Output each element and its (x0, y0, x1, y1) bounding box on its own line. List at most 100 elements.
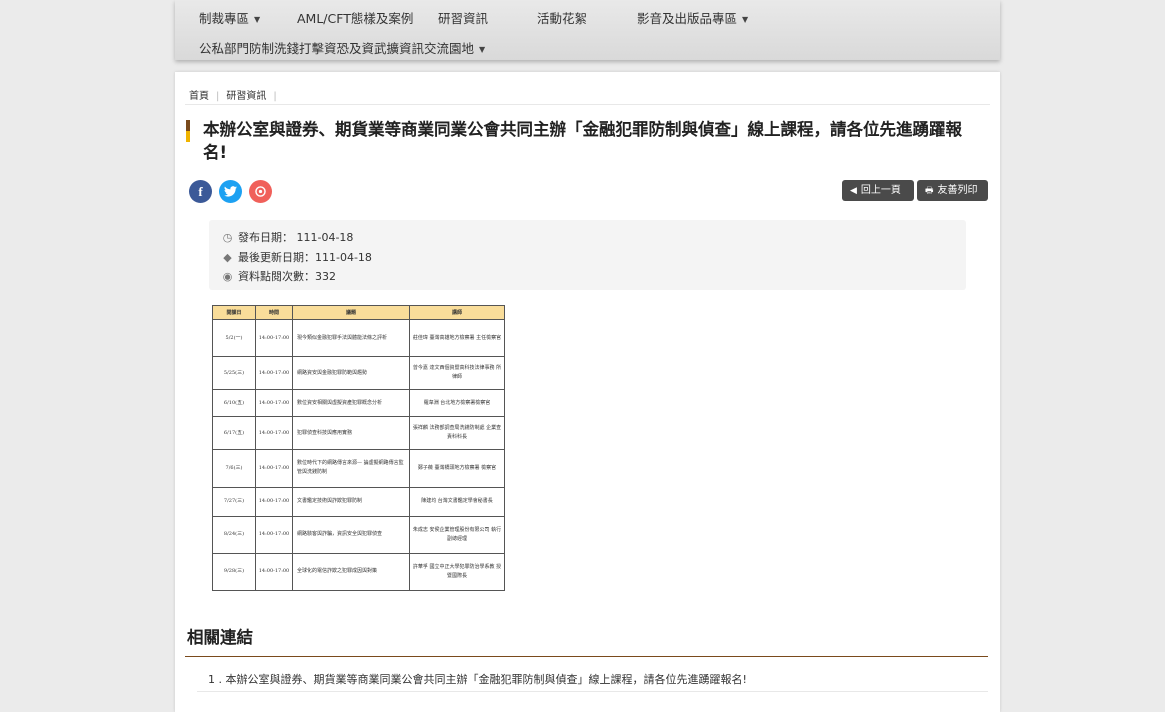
table-cell-time: 14:00-17:00 (255, 515, 293, 554)
table-cell-time: 14:00-17:00 (255, 449, 293, 488)
table-cell-date: 8/24(三) (212, 515, 256, 554)
table-row: 8/24(三) 14:00-17:00 網路駭客與詐騙，資訊安全與犯罪偵查 朱成志 安… (212, 515, 505, 554)
table-row: 7/27(三) 14:00-17:00 文書鑑定技術與詐欺犯罪防制 陳建均 台灣文書鑑… (212, 486, 505, 517)
back-button-label: 回上一頁 (860, 185, 901, 196)
table-row: 5/2(一) 14:00-17:00 現今類似金融犯罪手法與體能法條之評析 莊佳瑋 臺… (212, 318, 505, 358)
facebook-glyph: f (198, 184, 203, 199)
breadcrumb-separator: | (273, 91, 277, 102)
column-header: 時間 (255, 305, 293, 320)
updated-date: ◆ 最後更新日期：111-04-18 (221, 249, 372, 265)
course-schedule-image: 開課日 時間 議題 講師 5/2(一) 14:00-17:00 現今類似金融犯罪手法… (212, 305, 505, 592)
table-cell-date: 6/10(五) (212, 389, 256, 418)
meta-label: 資料點閱次數： (238, 270, 315, 283)
table-cell-lecturer: 朱成志 安侯企業管理股份有限公司 執行副總經理 (409, 515, 505, 554)
twitter-share-icon[interactable] (219, 180, 242, 203)
nav-item-label: 公私部門防制洗錢打擊資恐及資武擴資訊交流園地 (199, 41, 475, 56)
title-accent-bar (186, 120, 190, 142)
nav-item-label: 制裁專區 (199, 11, 250, 26)
print-button[interactable]: 🖶 友善列印 (917, 180, 988, 201)
top-nav: 制裁專區 ▼ AML/CFT態樣及案例 研習資訊 活動花絮 影音及出版品專區 ▼ 公… (175, 0, 1000, 60)
nav-item-label: 研習資訊 (438, 11, 489, 26)
column-header: 講師 (409, 305, 505, 320)
table-cell-lecturer: 張祥麟 法務部調查局洗錢防制處 企業查責科科長 (409, 416, 505, 451)
table-cell-topic: 網路資安與金融犯罪防範與趨勢 (292, 356, 410, 391)
nav-item-sanctions[interactable]: 制裁專區 ▼ (199, 8, 260, 27)
published-date: ◷ 發布日期： 111-04-18 (221, 229, 354, 245)
list-number: 1 . (208, 673, 222, 686)
meta-value: 111-04-18 (315, 251, 372, 264)
table-cell-topic: 犯罪偵查科技與應用實務 (292, 416, 410, 451)
table-row: 6/10(五) 14:00-17:00 數位資安相關與虛擬資產犯罪概念分析 羅韋淵 台… (212, 389, 505, 418)
table-row: 5/25(三) 14:00-17:00 網路資安與金融犯罪防範與趨勢 曾今嘉 達文西個… (212, 356, 505, 391)
chevron-down-icon: ▼ (742, 15, 749, 24)
eye-icon: ◉ (222, 270, 233, 283)
nav-item-events[interactable]: 活動花絮 (537, 8, 587, 27)
meta-label: 最後更新日期： (238, 251, 315, 264)
breadcrumb-current[interactable]: 研習資訊 (226, 91, 266, 102)
table-cell-topic: 數位資安相關與虛擬資產犯罪概念分析 (292, 389, 410, 418)
table-cell-time: 14:00-17:00 (255, 389, 293, 418)
table-cell-lecturer: 曾今嘉 達文西個資暨高科技法律事務 所律師 (409, 356, 505, 391)
table-row: 9/28(三) 14:00-17:00 全球化的電信詐欺之犯罪成因與對策 許華孚 國立… (212, 552, 505, 592)
nav-item-exchange[interactable]: 公私部門防制洗錢打擊資恐及資武擴資訊交流園地 ▼ (199, 38, 485, 57)
table-cell-topic: 網路駭客與詐騙，資訊安全與犯罪偵查 (292, 515, 410, 554)
table-cell-date: 7/6(三) (212, 449, 256, 488)
table-cell-date: 6/17(五) (212, 416, 256, 451)
caret-left-icon: ◀ (850, 186, 857, 196)
related-link-item[interactable]: 1 . 本辦公室與證券、期貨業等商業同業公會共同主辦「金融犯罪防制與偵查」線上課… (208, 671, 747, 687)
divider (197, 691, 988, 692)
breadcrumb: 首頁 | 研習資訊 | (189, 87, 284, 102)
related-links-heading: 相關連結 (187, 628, 253, 647)
table-cell-topic: 全球化的電信詐欺之犯罪成因與對策 (292, 552, 410, 592)
table-row: 6/17(五) 14:00-17:00 犯罪偵查科技與應用實務 張祥麟 法務部調查局洗… (212, 416, 505, 451)
table-cell-topic: 數位時代下的網路傳言來源— 論虛擬網路傳言監管與洗錢防制 (292, 449, 410, 488)
divider (185, 104, 990, 105)
nav-item-media[interactable]: 影音及出版品專區 ▼ (637, 8, 748, 27)
nav-item-label: AML/CFT態樣及案例 (297, 11, 414, 26)
nav-item-aml-cases[interactable]: AML/CFT態樣及案例 (297, 8, 413, 27)
column-header: 開課日 (212, 305, 256, 320)
table-cell-time: 14:00-17:00 (255, 318, 293, 358)
view-count: ◉ 資料點閱次數：332 (221, 268, 336, 284)
article-meta: ◷ 發布日期： 111-04-18 ◆ 最後更新日期：111-04-18 ◉ 資料點閱… (209, 220, 966, 290)
breadcrumb-home[interactable]: 首頁 (189, 91, 209, 102)
divider (185, 656, 988, 657)
schedule-header-row: 開課日 時間 議題 講師 (212, 305, 505, 320)
clock-icon: ◷ (222, 231, 233, 244)
table-cell-time: 14:00-17:00 (255, 356, 293, 391)
nav-item-training[interactable]: 研習資訊 (438, 8, 488, 27)
chevron-down-icon: ▼ (254, 15, 261, 24)
table-cell-lecturer: 許華孚 國立中正大學犯罪防治學系教 授暨國際長 (409, 552, 505, 592)
back-button[interactable]: ◀ 回上一頁 (842, 180, 914, 201)
facebook-share-icon[interactable]: f (189, 180, 212, 203)
related-link-label: 本辦公室與證券、期貨業等商業同業公會共同主辦「金融犯罪防制與偵查」線上課程，請各… (225, 673, 747, 686)
table-cell-lecturer: 陳建均 台灣文書鑑定學會秘書長 (409, 486, 505, 517)
meta-label: 發布日期： (238, 231, 293, 244)
tag-icon: ◆ (223, 251, 232, 264)
table-cell-topic: 現今類似金融犯罪手法與體能法條之評析 (292, 318, 410, 358)
nav-item-label: 影音及出版品專區 (637, 11, 738, 26)
meta-value: 111-04-18 (296, 231, 354, 244)
table-cell-lecturer: 莊佳瑋 臺灣高雄地方檢察署 主任檢察官 (409, 318, 505, 358)
table-cell-date: 7/27(三) (212, 486, 256, 517)
table-row: 7/6(三) 14:00-17:00 數位時代下的網路傳言來源— 論虛擬網路傳言監管… (212, 449, 505, 488)
table-cell-lecturer: 鄭子薇 臺灣橋頭地方檢察署 檢察官 (409, 449, 505, 488)
printer-icon: 🖶 (925, 186, 934, 196)
table-cell-date: 5/25(三) (212, 356, 256, 391)
table-cell-time: 14:00-17:00 (255, 552, 293, 592)
table-cell-lecturer: 羅韋淵 台北地方檢察署檢察官 (409, 389, 505, 418)
column-header: 議題 (292, 305, 410, 320)
table-cell-time: 14:00-17:00 (255, 416, 293, 451)
content-card: 首頁 | 研習資訊 | 本辦公室與證券、期貨業等商業同業公會共同主辦「金融犯罪防制與偵… (175, 72, 1000, 712)
table-cell-time: 14:00-17:00 (255, 486, 293, 517)
plurk-share-icon[interactable] (249, 180, 272, 203)
print-button-label: 友善列印 (937, 185, 978, 196)
breadcrumb-separator: | (216, 91, 220, 102)
nav-item-label: 活動花絮 (537, 11, 588, 26)
schedule-body: 5/2(一) 14:00-17:00 現今類似金融犯罪手法與體能法條之評析 莊佳瑋 臺… (212, 318, 505, 592)
page-title: 本辦公室與證券、期貨業等商業同業公會共同主辦「金融犯罪防制與偵查」線上課程，請各… (203, 120, 962, 162)
table-cell-date: 5/2(一) (212, 318, 256, 358)
meta-value: 332 (315, 270, 336, 283)
table-cell-date: 9/28(三) (212, 552, 256, 592)
chevron-down-icon: ▼ (479, 45, 486, 54)
